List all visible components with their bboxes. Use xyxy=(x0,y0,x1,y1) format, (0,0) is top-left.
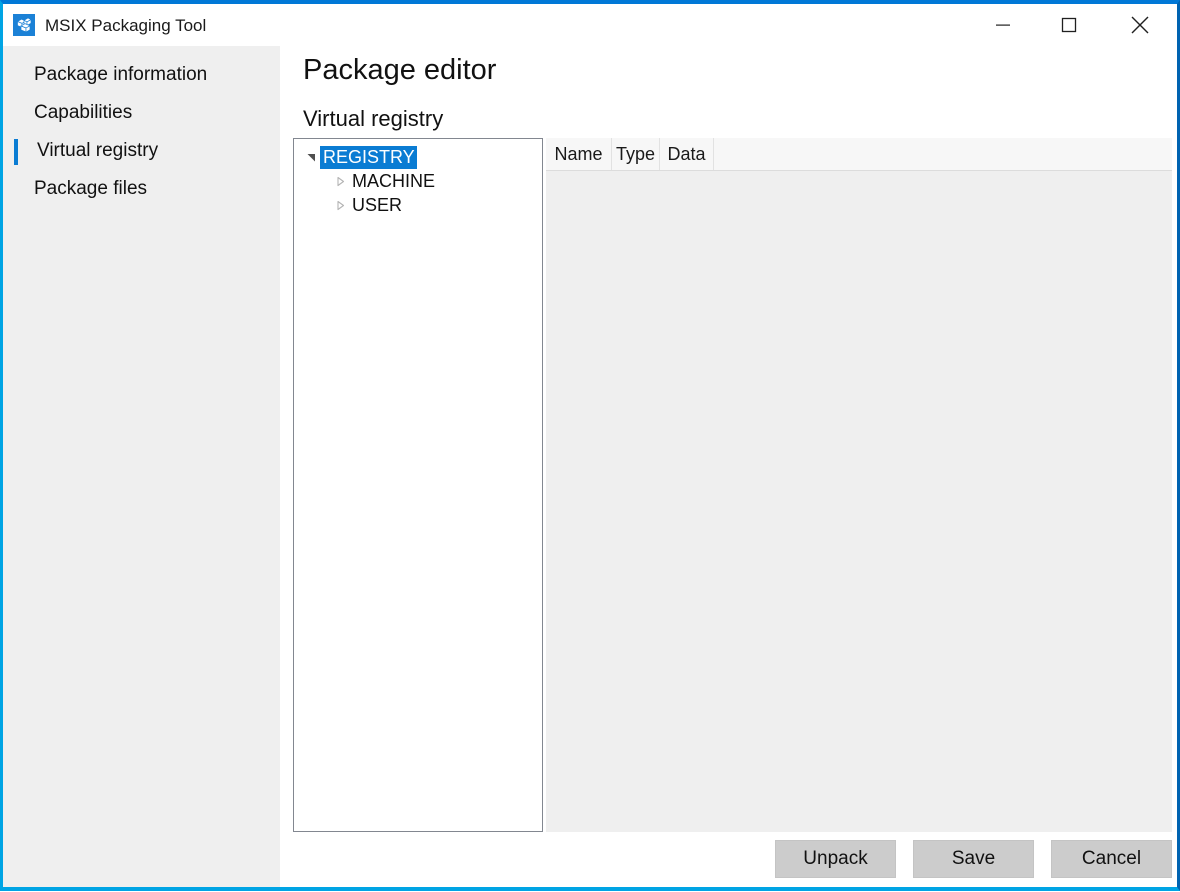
list-body[interactable] xyxy=(546,171,1172,831)
tree-node-user[interactable]: USER xyxy=(294,193,542,217)
page-title: Package editor xyxy=(303,54,497,86)
registry-tree-panel[interactable]: REGISTRY MACHINE USER xyxy=(293,138,543,832)
save-button[interactable]: Save xyxy=(913,840,1034,878)
close-button[interactable] xyxy=(1103,4,1177,46)
sidebar-item-package-files[interactable]: Package files xyxy=(3,170,280,208)
sidebar-item-label: Virtual registry xyxy=(37,140,159,161)
tree-node-label: REGISTRY xyxy=(320,145,417,169)
tree-node-registry[interactable]: REGISTRY xyxy=(294,145,542,169)
minimize-icon xyxy=(996,24,1010,26)
column-header-name[interactable]: Name xyxy=(546,138,612,170)
tree-node-label: USER xyxy=(352,194,403,215)
footer-buttons: Unpack Save Cancel xyxy=(280,840,1177,892)
column-header-data[interactable]: Data xyxy=(660,138,714,170)
sidebar-item-virtual-registry[interactable]: Virtual registry xyxy=(3,132,280,170)
sidebar-item-package-information[interactable]: Package information xyxy=(3,56,280,94)
triangle-expanded-icon[interactable] xyxy=(303,152,320,163)
tree-node-machine[interactable]: MACHINE xyxy=(294,169,542,193)
selection-accent-bar xyxy=(14,139,18,165)
triangle-collapsed-icon[interactable] xyxy=(332,200,349,211)
tree-node-label: MACHINE xyxy=(352,170,436,191)
column-header-filler xyxy=(714,138,1172,170)
column-header-type[interactable]: Type xyxy=(612,138,660,170)
sidebar-item-capabilities[interactable]: Capabilities xyxy=(3,94,280,132)
sidebar-item-label: Capabilities xyxy=(34,102,133,123)
maximize-button[interactable] xyxy=(1035,4,1103,46)
registry-values-panel: Name Type Data xyxy=(546,138,1172,832)
section-title: Virtual registry xyxy=(303,106,444,131)
main-content: Package editor Virtual registry REGISTRY… xyxy=(280,46,1177,887)
sidebar-item-label: Package files xyxy=(34,178,148,199)
minimize-button[interactable] xyxy=(971,4,1035,46)
triangle-collapsed-icon[interactable] xyxy=(332,176,349,187)
app-window: MSIX Packaging Tool Package information … xyxy=(0,0,1180,891)
sidebar: Package information Capabilities Virtual… xyxy=(3,46,280,887)
maximize-icon xyxy=(1061,17,1077,33)
list-header: Name Type Data xyxy=(546,138,1172,171)
cancel-button[interactable]: Cancel xyxy=(1051,840,1172,878)
sidebar-item-label: Package information xyxy=(34,64,208,85)
window-controls xyxy=(971,4,1177,46)
package-box-icon xyxy=(13,14,35,36)
unpack-button[interactable]: Unpack xyxy=(775,840,896,878)
title-bar: MSIX Packaging Tool xyxy=(3,4,1177,46)
window-title: MSIX Packaging Tool xyxy=(45,15,207,35)
close-icon xyxy=(1131,16,1149,34)
